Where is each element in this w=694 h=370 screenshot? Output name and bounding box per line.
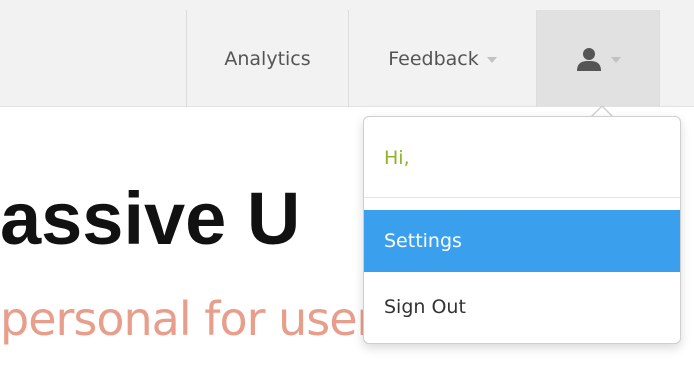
hero-subtitle: personal for users. bbox=[0, 292, 412, 346]
menu-item-sign-out[interactable]: Sign Out bbox=[364, 276, 680, 338]
menu-item-settings-label: Settings bbox=[384, 230, 462, 252]
user-dropdown-menu: Hi, Settings Sign Out bbox=[363, 116, 681, 344]
user-menu-toggle[interactable] bbox=[536, 10, 660, 107]
nav-feedback-dropdown[interactable]: Feedback bbox=[348, 10, 536, 107]
nav-feedback-label: Feedback bbox=[388, 47, 479, 70]
menu-item-settings[interactable]: Settings bbox=[364, 210, 680, 272]
chevron-down-icon bbox=[611, 56, 621, 63]
menu-item-sign-out-label: Sign Out bbox=[384, 296, 466, 318]
nav-analytics[interactable]: Analytics bbox=[186, 10, 348, 107]
chevron-down-icon bbox=[486, 56, 497, 63]
navbar: Analytics Feedback bbox=[0, 0, 694, 107]
nav-analytics-label: Analytics bbox=[224, 47, 311, 70]
user-icon bbox=[577, 47, 601, 71]
dropdown-divider bbox=[364, 197, 680, 198]
dropdown-greeting: Hi, bbox=[384, 147, 410, 169]
hero-title: assive U bbox=[0, 177, 301, 260]
